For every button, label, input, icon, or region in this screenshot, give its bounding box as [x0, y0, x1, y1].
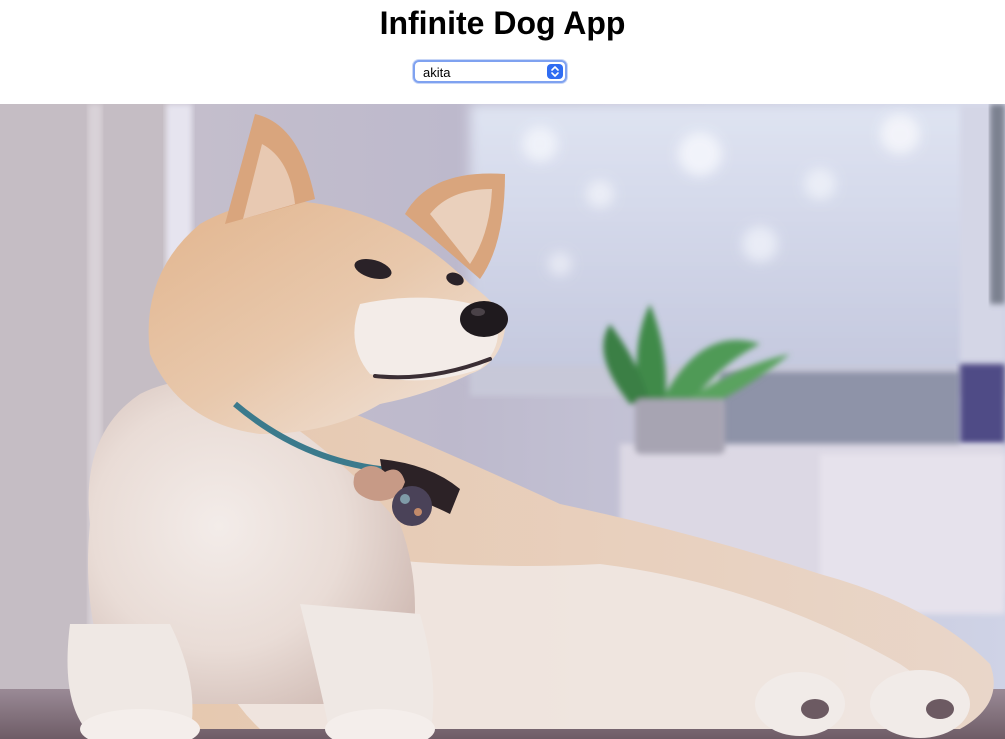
app-root: Infinite Dog App akita [0, 0, 1005, 739]
breed-select-value: akita [423, 65, 451, 80]
dog-image [0, 104, 1005, 739]
chevron-up-down-icon [547, 64, 563, 79]
page-title: Infinite Dog App [379, 5, 626, 41]
breed-select[interactable]: akita [413, 60, 567, 83]
